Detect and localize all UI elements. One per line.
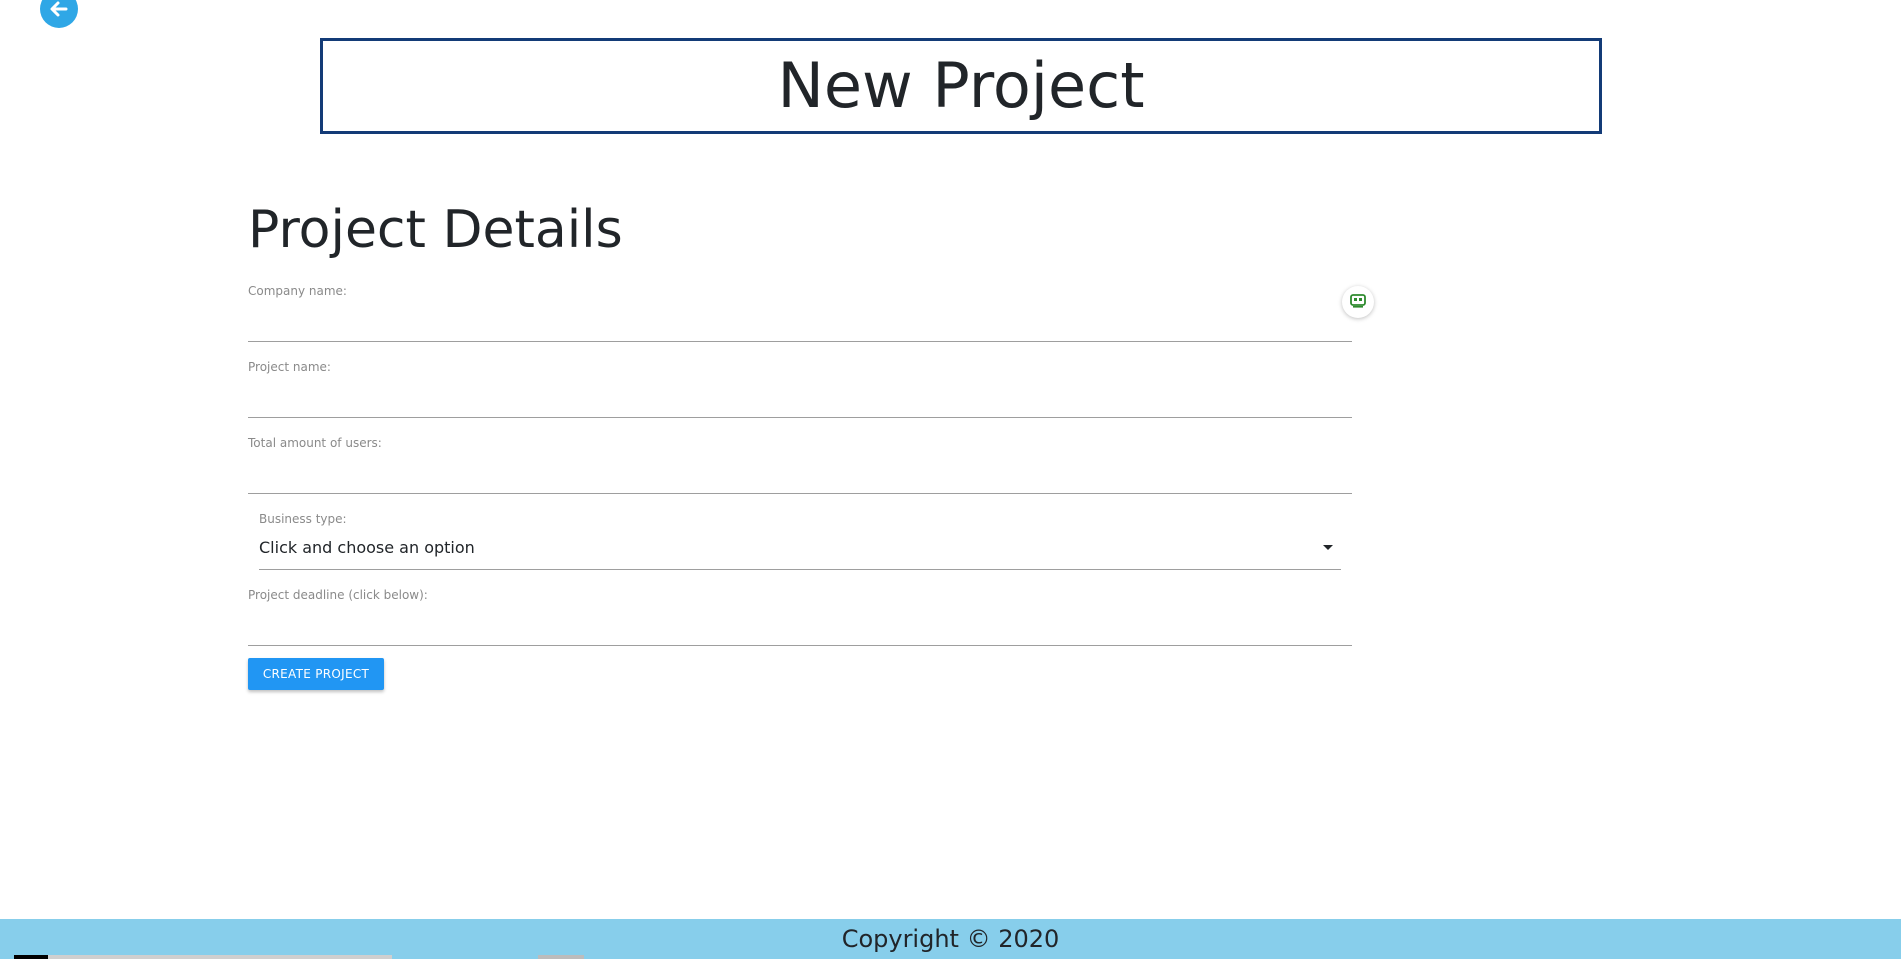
arrow-left-icon [48,0,70,20]
deadline-field: Project deadline (click below): [248,588,1352,646]
company-name-label: Company name: [248,284,347,298]
page-title: New Project [777,49,1145,122]
back-button[interactable] [40,0,78,28]
create-project-button[interactable]: CREATE PROJECT [248,658,384,690]
copyright-text: Copyright © 2020 [841,925,1060,953]
business-type-label: Business type: [259,512,347,526]
company-name-input[interactable] [248,298,1352,342]
project-name-label: Project name: [248,360,331,374]
strip-segment [0,955,14,959]
page-title-box: New Project [320,38,1602,134]
company-name-field: Company name: [248,284,1352,342]
business-type-selected: Click and choose an option [259,538,475,557]
taskbar-strip [0,955,1901,959]
chevron-down-icon [1323,545,1333,550]
strip-segment [538,955,584,959]
project-name-field: Project name: [248,360,1352,418]
deadline-label: Project deadline (click below): [248,588,428,602]
deadline-input[interactable] [248,602,1352,646]
business-type-field: Business type: Click and choose an optio… [259,512,1341,570]
business-type-select[interactable]: Click and choose an option [259,526,1341,570]
total-users-label: Total amount of users: [248,436,382,450]
strip-segment [48,955,392,959]
project-name-input[interactable] [248,374,1352,418]
password-manager-icon [1350,293,1366,312]
section-title: Project Details [248,200,623,260]
footer: Copyright © 2020 [0,919,1901,959]
total-users-field: Total amount of users: [248,436,1352,494]
strip-segment [392,955,538,959]
total-users-input[interactable] [248,450,1352,494]
strip-segment [584,955,1901,959]
